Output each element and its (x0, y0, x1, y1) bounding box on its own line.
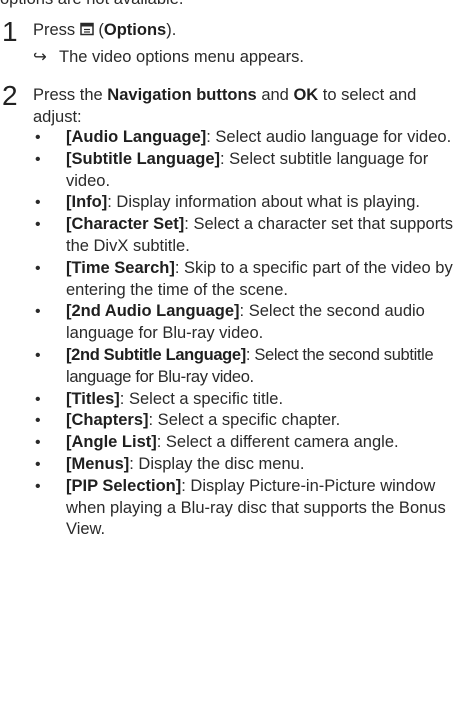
option-name: [2nd Audio Language] (66, 302, 240, 321)
option-name: [Chapters] (66, 411, 149, 430)
option-pip-selection: • [PIP Selection]: Display Picture-in-Pi… (35, 476, 460, 541)
bullet-icon: • (35, 194, 41, 212)
option-audio-language: • [Audio Language]: Select audio languag… (35, 127, 460, 149)
bullet-icon: • (35, 346, 41, 364)
option-name: [Audio Language] (66, 128, 207, 146)
option-titles: • [Titles]: Select a specific title. (35, 389, 460, 411)
option-subtitle-language: • [Subtitle Language]: Select subtitle l… (35, 149, 460, 193)
navigation-buttons-label: Navigation buttons (107, 86, 257, 104)
option-info: • [Info]: Display information about what… (35, 192, 460, 214)
option-menus: • [Menus]: Display the disc menu. (35, 454, 460, 476)
option-description: : Display information about what is play… (107, 193, 420, 212)
step-2-press-label: Press the (33, 86, 103, 104)
option-description: : Display the disc menu. (129, 454, 305, 473)
manual-page: options are not available. 1 Press (Opti… (0, 0, 463, 716)
option-name: [Info] (66, 193, 108, 212)
bullet-icon: • (35, 390, 41, 408)
intro-text: options are not available. (0, 0, 183, 9)
bullet-icon: • (35, 216, 41, 234)
bullet-icon: • (35, 150, 41, 168)
bullet-icon: • (35, 455, 41, 473)
step-1-instruction: Press (Options). (33, 20, 453, 43)
bullet-icon: • (35, 303, 41, 321)
option-name: [Angle List] (66, 433, 157, 452)
step-2-number: 2 (2, 80, 18, 111)
option-chapters: • [Chapters]: Select a specific chapter. (35, 410, 460, 432)
option-description: : Select a different camera angle. (156, 433, 399, 452)
option-description: : Select a specific chapter. (148, 411, 341, 430)
option-name: [Character Set] (66, 215, 185, 234)
step-1-result: ↪ The video options menu appears. (33, 46, 304, 68)
bullet-icon: • (35, 412, 41, 430)
option-name: [PIP Selection] (66, 476, 182, 495)
bullet-icon: • (35, 259, 41, 277)
option-name: [Titles] (66, 389, 120, 408)
option-name: [2nd Subtitle Language] (66, 345, 246, 364)
option-name: [Time Search] (66, 258, 175, 277)
options-icon (80, 21, 94, 43)
bullet-icon: • (35, 434, 41, 452)
ok-button-label: OK (293, 86, 319, 104)
video-options-list: • [Audio Language]: Select audio languag… (35, 127, 460, 541)
option-2nd-audio-language: • [2nd Audio Language]: Select the secon… (35, 301, 460, 345)
option-name: [Subtitle Language] (66, 149, 220, 168)
bullet-icon: • (35, 477, 41, 495)
step-2-and-label: and (261, 86, 289, 104)
option-time-search: • [Time Search]: Skip to a specific part… (35, 258, 460, 302)
result-arrow-icon: ↪ (33, 48, 47, 66)
step-1-press-label: Press (33, 21, 76, 39)
option-name: [Menus] (66, 454, 130, 473)
options-button-name: Options (103, 21, 167, 39)
option-description: : Select audio language for video. (206, 128, 452, 146)
bullet-icon: • (35, 129, 41, 146)
option-character-set: • [Character Set]: Select a character se… (35, 214, 460, 258)
step-1-number: 1 (2, 16, 18, 47)
option-description: : Select a specific title. (119, 389, 284, 408)
step-2-instruction: Press the Navigation buttons and OK to s… (33, 85, 443, 129)
option-angle-list: • [Angle List]: Select a different camer… (35, 432, 460, 454)
step-1-result-text: The video options menu appears. (59, 48, 304, 66)
option-2nd-subtitle-language: • [2nd Subtitle Language]: Select the se… (35, 345, 460, 389)
